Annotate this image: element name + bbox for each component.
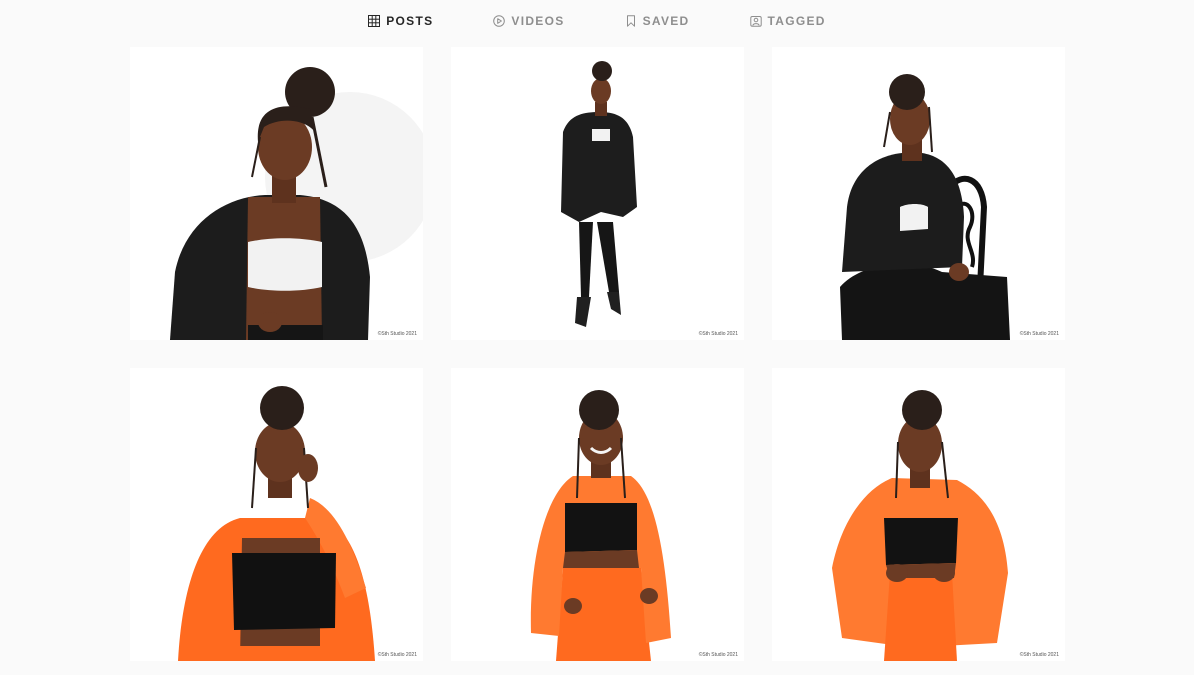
tab-label: TAGGED [767, 14, 826, 28]
photo [130, 368, 423, 661]
photo-watermark: ©Sth Studio 2021 [1019, 331, 1059, 337]
post-thumbnail[interactable]: ©Sth Studio 2021 [451, 368, 744, 661]
photo [451, 47, 744, 340]
photo-watermark: ©Sth Studio 2021 [1019, 652, 1059, 658]
post-thumbnail[interactable]: ©Sth Studio 2021 [130, 368, 423, 661]
tagged-icon [749, 16, 762, 27]
tab-posts[interactable]: POSTS [368, 0, 433, 42]
grid-icon [368, 15, 381, 27]
photo-watermark: ©Sth Studio 2021 [377, 652, 417, 658]
photo [772, 47, 1065, 340]
photo-watermark: ©Sth Studio 2021 [698, 331, 738, 337]
tab-label: SAVED [642, 14, 690, 28]
photo-watermark: ©Sth Studio 2021 [698, 652, 738, 658]
post-thumbnail[interactable]: ©Sth Studio 2021 [451, 47, 744, 340]
photo [451, 368, 744, 661]
posts-grid: ©Sth Studio 2021 ©Sth Studio 2021 ©Sth S… [130, 47, 1065, 661]
bookmark-icon [626, 15, 635, 27]
tab-label: VIDEOS [511, 14, 565, 28]
post-thumbnail[interactable]: ©Sth Studio 2021 [130, 47, 423, 340]
post-thumbnail[interactable]: ©Sth Studio 2021 [772, 47, 1065, 340]
post-thumbnail[interactable]: ©Sth Studio 2021 [772, 368, 1065, 661]
tab-tagged[interactable]: TAGGED [749, 0, 826, 42]
tab-videos[interactable]: VIDEOS [493, 0, 564, 42]
tab-label: POSTS [386, 14, 434, 28]
photo-watermark: ©Sth Studio 2021 [377, 331, 417, 337]
photo [772, 368, 1065, 661]
profile-tabs: POSTS VIDEOS SAVED TAGGED [0, 0, 1194, 42]
photo [130, 47, 423, 340]
tab-saved[interactable]: SAVED [625, 0, 690, 42]
play-icon [493, 15, 506, 27]
